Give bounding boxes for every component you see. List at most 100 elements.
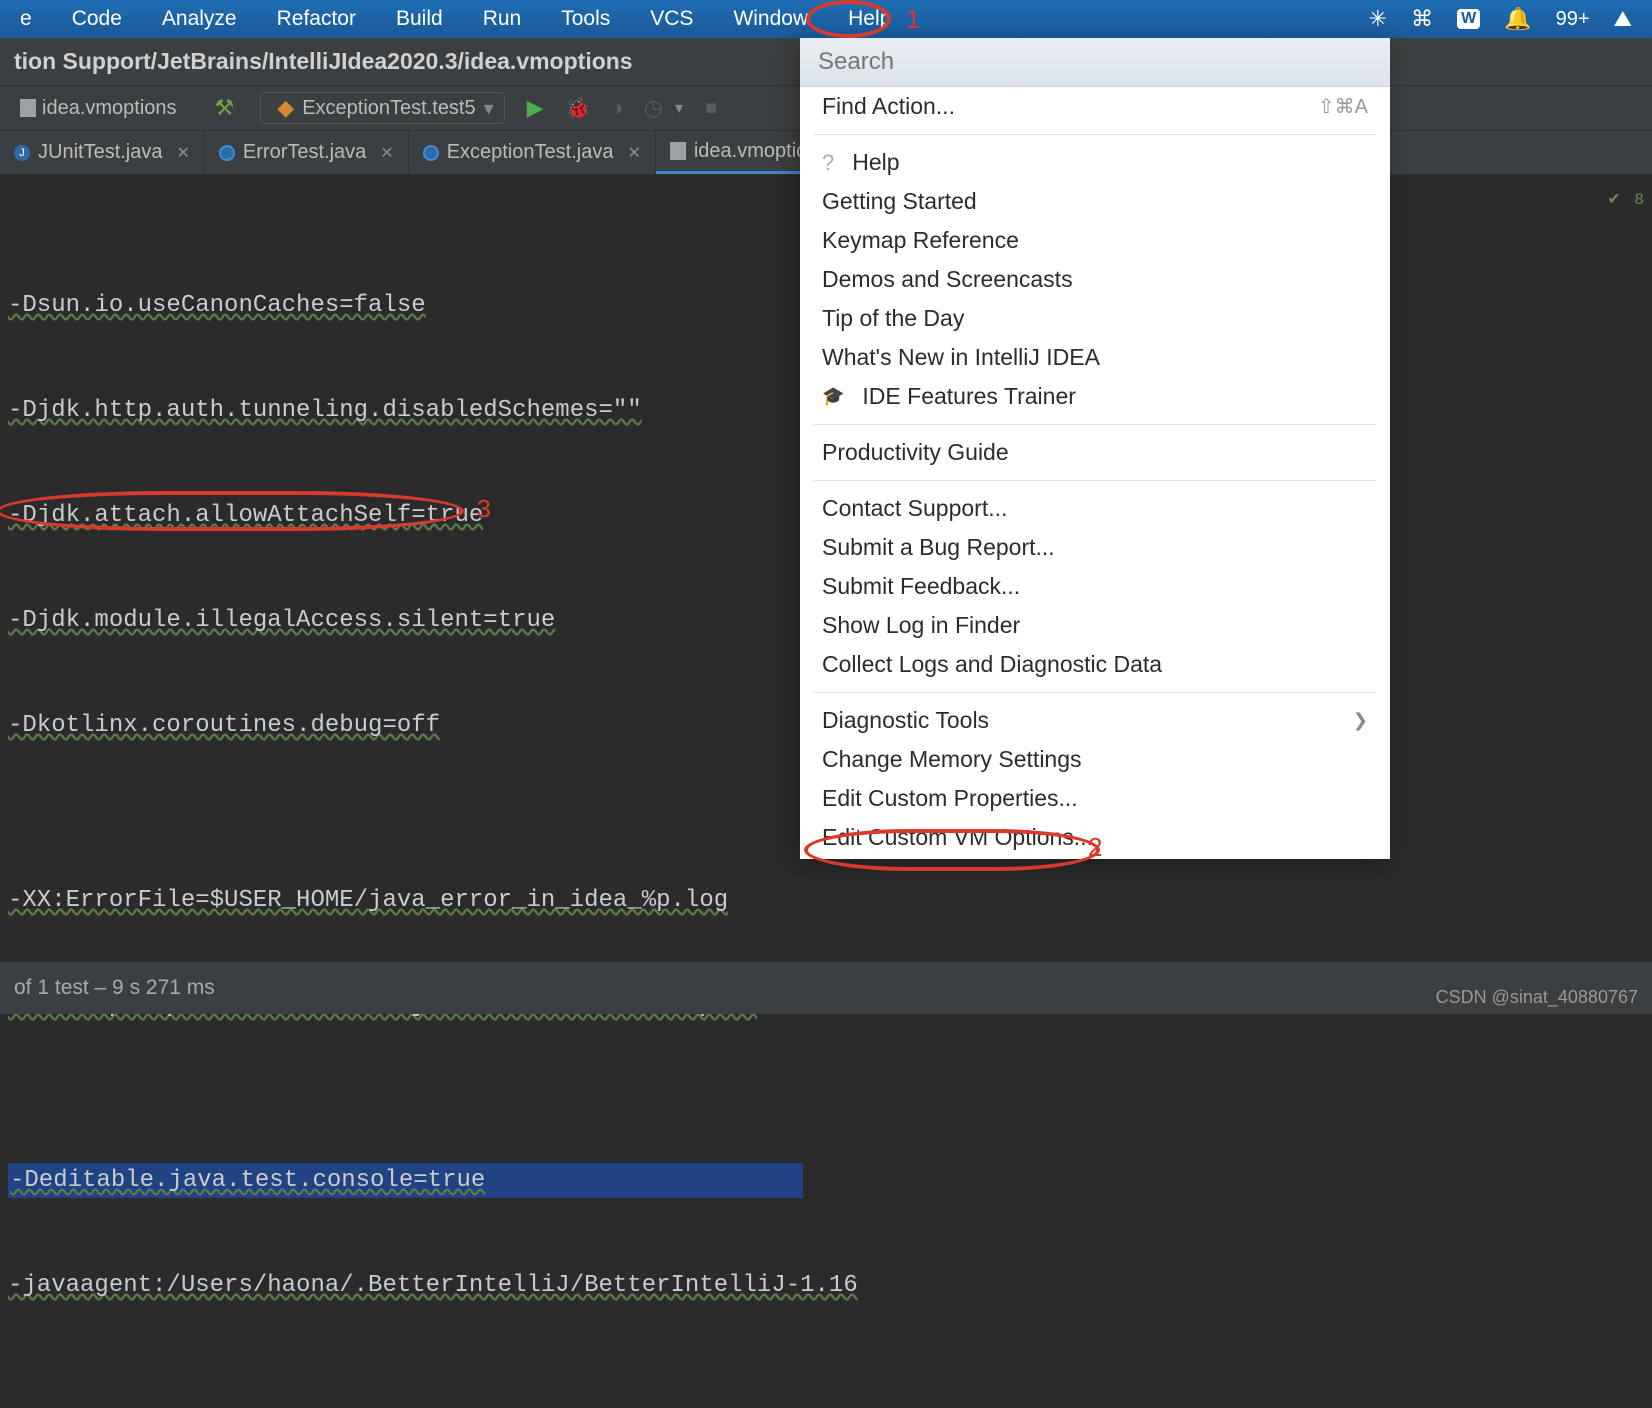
- menu-code[interactable]: Code: [72, 7, 122, 31]
- close-icon[interactable]: ✕: [380, 143, 393, 163]
- test-icon: ◆: [277, 95, 294, 121]
- wechat-icon[interactable]: ✳: [1369, 6, 1387, 32]
- menu-label: Keymap Reference: [822, 227, 1019, 254]
- stop-icon[interactable]: ■: [705, 97, 717, 120]
- class-icon: [219, 145, 235, 161]
- menu-label: Help: [852, 149, 899, 176]
- tab-exceptiontest[interactable]: ExceptionTest.java ✕: [409, 131, 656, 174]
- menu-analyze[interactable]: Analyze: [162, 7, 237, 31]
- notification-badge: 99+: [1556, 8, 1590, 31]
- file-icon: [20, 99, 36, 117]
- menu-vcs[interactable]: VCS: [650, 7, 693, 31]
- menu-whats-new[interactable]: What's New in IntelliJ IDEA: [800, 338, 1390, 377]
- current-file-tab[interactable]: idea.vmoptions: [10, 93, 187, 124]
- annotation-label-1: 1: [906, 4, 920, 35]
- menu-label: Demos and Screencasts: [822, 266, 1073, 293]
- menu-submit-feedback[interactable]: Submit Feedback...: [800, 567, 1390, 606]
- menu-edit-custom-properties[interactable]: Edit Custom Properties...: [800, 779, 1390, 818]
- menu-label: Edit Custom Properties...: [822, 785, 1078, 812]
- menu-search[interactable]: [800, 38, 1390, 87]
- run-icon[interactable]: ▶: [527, 95, 544, 121]
- menu-show-log[interactable]: Show Log in Finder: [800, 606, 1390, 645]
- debug-icon[interactable]: 🐞: [566, 96, 591, 121]
- menu-help[interactable]: Help: [848, 7, 891, 31]
- tab-label: JUnitTest.java: [38, 141, 163, 164]
- annotation-label-3: 3: [476, 493, 492, 528]
- menu-help-item[interactable]: ? Help: [800, 143, 1390, 182]
- shortcut-hint: ⇧⌘A: [1318, 94, 1368, 119]
- run-config-label: ExceptionTest.test5: [302, 97, 475, 120]
- menu-label: Diagnostic Tools: [822, 707, 989, 734]
- menu-tools[interactable]: Tools: [561, 7, 610, 31]
- menu-separator: [814, 134, 1376, 135]
- statusbar: of 1 test – 9 s 271 ms: [0, 962, 1652, 1014]
- bell-icon[interactable]: 🔔: [1504, 6, 1531, 32]
- class-icon: [423, 145, 439, 161]
- menu-edit-custom-vm-options[interactable]: Edit Custom VM Options... 2: [800, 818, 1390, 857]
- menu-getting-started[interactable]: Getting Started: [800, 182, 1390, 221]
- menu-demos-screencasts[interactable]: Demos and Screencasts: [800, 260, 1390, 299]
- menu-label: IDE Features Trainer: [862, 383, 1075, 410]
- status-text: of 1 test – 9 s 271 ms: [14, 976, 215, 1000]
- code-line: -javaagent:/Users/haona/.BetterIntelliJ/…: [8, 1268, 1644, 1303]
- menu-label: Getting Started: [822, 188, 977, 215]
- menu-find-action[interactable]: Find Action... ⇧⌘A: [800, 87, 1390, 126]
- help-menu-dropdown: Find Action... ⇧⌘A ? Help Getting Started…: [800, 38, 1390, 859]
- code-line-selected: -Deditable.java.test.console=true: [8, 1163, 803, 1198]
- question-icon: ?: [822, 150, 834, 176]
- menu-productivity-guide[interactable]: Productivity Guide: [800, 433, 1390, 472]
- menu-label: Change Memory Settings: [822, 746, 1082, 773]
- menu-label: Productivity Guide: [822, 439, 1009, 466]
- tab-label: ExceptionTest.java: [447, 141, 614, 164]
- run-config-selector[interactable]: ◆ ExceptionTest.test5 ▾: [260, 92, 504, 124]
- build-icon[interactable]: ⚒: [215, 95, 235, 121]
- close-icon[interactable]: ✕: [627, 143, 640, 163]
- menu-separator: [814, 480, 1376, 481]
- code-line: -XX:ErrorFile=$USER_HOME/java_error_in_i…: [8, 883, 1644, 918]
- close-icon[interactable]: ✕: [177, 143, 190, 163]
- watermark: CSDN @sinat_40880767: [1436, 987, 1638, 1008]
- chevron-down-icon: ▾: [484, 96, 494, 121]
- menu-refactor[interactable]: Refactor: [277, 7, 356, 31]
- chevron-right-icon: ❯: [1353, 710, 1368, 731]
- menu-label: Find Action...: [822, 93, 955, 120]
- dropdown-icon[interactable]: ▾: [675, 98, 683, 118]
- tab-errortest[interactable]: ErrorTest.java ✕: [205, 131, 409, 174]
- tab-label: ErrorTest.java: [243, 141, 366, 164]
- menu-item[interactable]: e: [20, 7, 32, 31]
- menu-diagnostic-tools[interactable]: Diagnostic Tools ❯: [800, 701, 1390, 740]
- menu-contact-support[interactable]: Contact Support...: [800, 489, 1390, 528]
- annotation-label-2: 2: [1088, 832, 1102, 863]
- menu-submit-bug[interactable]: Submit a Bug Report...: [800, 528, 1390, 567]
- tab-junittest[interactable]: J JUnitTest.java ✕: [0, 131, 205, 174]
- profiler-icon[interactable]: ◷: [644, 95, 663, 121]
- menu-change-memory[interactable]: Change Memory Settings: [800, 740, 1390, 779]
- menu-separator: [814, 692, 1376, 693]
- menu-collect-logs[interactable]: Collect Logs and Diagnostic Data: [800, 645, 1390, 684]
- menu-window[interactable]: Window: [733, 7, 808, 31]
- menubar-left: e Code Analyze Refactor Build Run Tools …: [20, 7, 931, 31]
- cap-icon: 🎓: [822, 386, 844, 407]
- menu-label: Collect Logs and Diagnostic Data: [822, 651, 1162, 678]
- menu-features-trainer[interactable]: 🎓 IDE Features Trainer: [800, 377, 1390, 416]
- wps-icon[interactable]: W: [1457, 9, 1480, 29]
- java-icon: J: [14, 145, 30, 161]
- macos-menubar: e Code Analyze Refactor Build Run Tools …: [0, 0, 1652, 38]
- menu-label: Show Log in Finder: [822, 612, 1020, 639]
- cluster-icon[interactable]: ⌘: [1411, 6, 1433, 32]
- mountain-icon[interactable]: ⛰: [1614, 6, 1632, 32]
- file-icon: [670, 142, 686, 160]
- menu-tip-of-day[interactable]: Tip of the Day: [800, 299, 1390, 338]
- menu-keymap-reference[interactable]: Keymap Reference: [800, 221, 1390, 260]
- menu-label: Edit Custom VM Options...: [822, 824, 1093, 851]
- inspection-indicator[interactable]: ✔ 8: [1607, 183, 1644, 218]
- search-input[interactable]: [818, 48, 1372, 76]
- menu-label: What's New in IntelliJ IDEA: [822, 344, 1100, 371]
- menu-label: Tip of the Day: [822, 305, 964, 332]
- menu-label: Contact Support...: [822, 495, 1007, 522]
- coverage-icon[interactable]: ◑: [611, 95, 624, 121]
- menubar-tray: ✳ ⌘ W 🔔 99+ ⛰: [1369, 6, 1632, 32]
- menu-build[interactable]: Build: [396, 7, 443, 31]
- menu-separator: [814, 424, 1376, 425]
- menu-run[interactable]: Run: [483, 7, 522, 31]
